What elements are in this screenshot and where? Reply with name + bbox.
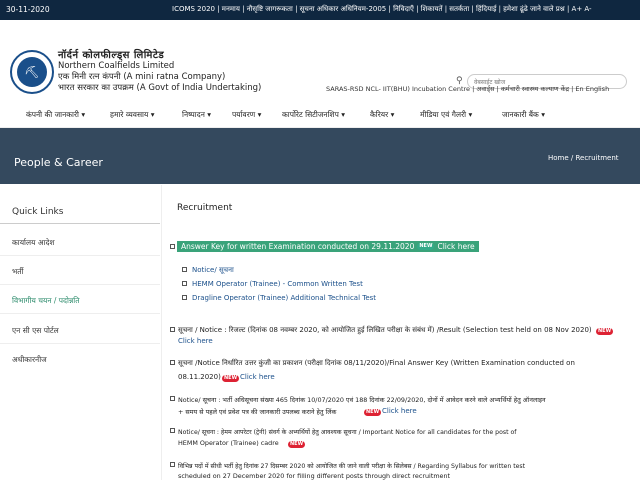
sub-item-dragline[interactable]: Dragline Operator (Trainee) Additional T…	[192, 294, 376, 302]
bullet-icon	[170, 327, 175, 332]
divider	[0, 313, 160, 314]
divider	[0, 255, 160, 256]
notice-result-link[interactable]: Click here	[178, 337, 213, 345]
quick-links-title: Quick Links	[12, 207, 64, 217]
bullet-icon	[170, 244, 175, 249]
tagline-govt: भारत सरकार का उपक्रम (A Govt of India Un…	[58, 83, 262, 93]
notice-final-answer-key-line2: 08.11.2020)	[178, 373, 221, 381]
notice-admit-card-link[interactable]: Click here	[382, 407, 417, 415]
ncl-logo[interactable]: ⛏	[10, 50, 54, 94]
new-badge: NEW	[364, 409, 382, 416]
notice-admit-card[interactable]: Notice/ सूचना : भर्ती अधिसूचना संख्या 46…	[178, 395, 546, 404]
notice-admit-card-line2: + समय से पहले एवं प्रवेश पत्र की जानकारी…	[178, 408, 337, 416]
nav-media-gallery[interactable]: मीडिया एवं गैलरी ▾	[420, 110, 472, 120]
sidebar: Quick Links कार्यालय आदेश भर्ती विभागीय …	[0, 185, 162, 480]
breadcrumb[interactable]: Home / Recruitment	[548, 154, 619, 162]
sub-item-hemm[interactable]: HEMM Operator (Trainee) - Common Written…	[192, 280, 363, 288]
notice-final-answer-key[interactable]: सूचना /Notice निर्धारित उत्तर कुंजी का प…	[178, 359, 575, 368]
section-heading: Recruitment	[177, 203, 233, 213]
notice-result[interactable]: सूचना / Notice : रिजल्ट (दिनांक 08 नवम्ब…	[178, 326, 592, 335]
nav-corporate-citizenship[interactable]: कार्पोरेट सिटीजनशिप ▾	[282, 110, 345, 120]
tagline-mini-ratna: एक मिनी रत्न कंपनी (A mini ratna Company…	[58, 72, 226, 82]
top-links-text[interactable]: ICOMS 2020 | मनमाय | नौसृष्टि जागरूकता |…	[172, 5, 592, 14]
divider	[0, 223, 160, 224]
notice-hemm-important-line2: HEMM Operator (Trainee) cadre	[178, 439, 279, 447]
sidebar-item-recruitment[interactable]: भर्ती	[12, 267, 24, 277]
current-date: 30-11-2020	[6, 5, 50, 14]
bullet-icon	[182, 295, 187, 300]
nav-company-info[interactable]: कंपनी की जानकारी ▾	[26, 110, 85, 120]
answer-key-text[interactable]: Answer Key for written Examination condu…	[181, 242, 414, 251]
nav-environment[interactable]: पर्यावरण ▾	[232, 110, 261, 120]
brand-name-english: Northern Coalfields Limited	[58, 61, 175, 71]
page-title: People & Career	[14, 156, 103, 169]
brand-block: नॉर्दर्न कोलफील्ड्स लिमिटेड Northern Coa…	[58, 50, 261, 94]
main-content: Recruitment Answer Key for written Exami…	[170, 185, 640, 480]
sub-header-links[interactable]: SARAS-RSD NCL- IIT(BHU) Incubation Centr…	[326, 84, 609, 93]
answer-key-click-here[interactable]: Click here	[437, 242, 474, 251]
notice-hemm-important[interactable]: Notice/ सूचना : हेमम आपरेटर (ट्रेनी) संव…	[178, 427, 516, 436]
nav-knowledge-bank[interactable]: जानकारी बैंक ▾	[502, 110, 545, 120]
sidebar-item-office-orders[interactable]: कार्यालय आदेश	[12, 238, 55, 248]
answer-key-link[interactable]: Answer Key for written Examination condu…	[177, 241, 479, 252]
page-banner: People & Career Home / Recruitment	[0, 128, 640, 184]
bullet-icon	[182, 281, 187, 286]
new-badge: NEW	[288, 441, 306, 448]
notice-syllabus[interactable]: विभिन्न पदों में सीधी भर्ती हेतु दिनांक …	[178, 461, 525, 470]
sub-item-notice[interactable]: Notice/ सूचना	[192, 266, 234, 275]
new-badge: NEW	[222, 375, 240, 382]
main-nav: कंपनी की जानकारी ▾ हमारे व्यवसाय ▾ निष्प…	[0, 100, 640, 128]
divider	[0, 343, 160, 344]
sidebar-item-misc[interactable]: अधीकारनीज	[12, 355, 47, 365]
new-badge: NEW	[596, 328, 614, 335]
notice-syllabus-line2: scheduled on 27 December 2020 for fillin…	[178, 472, 451, 480]
bullet-icon	[170, 396, 175, 401]
coal-icon: ⛏	[17, 57, 47, 87]
new-badge: NEW	[417, 243, 435, 250]
divider	[0, 284, 160, 285]
sidebar-item-departmental-selection[interactable]: विभागीय चयन / पदोन्नति	[12, 296, 79, 306]
top-bar: 30-11-2020 ICOMS 2020 | मनमाय | नौसृष्टि…	[0, 0, 640, 20]
sidebar-item-ncs-portal[interactable]: एन सी एस पोर्टल	[12, 326, 59, 336]
top-links[interactable]: ICOMS 2020 | मनमाय | नौसृष्टि जागरूकता |…	[172, 5, 592, 14]
brand-name-hindi: नॉर्दर्न कोलफील्ड्स लिमिटेड	[58, 50, 165, 61]
bullet-icon	[170, 428, 175, 433]
bullet-icon	[170, 360, 175, 365]
nav-business[interactable]: हमारे व्यवसाय ▾	[110, 110, 154, 120]
notice-final-answer-key-link[interactable]: Click here	[240, 373, 275, 381]
nav-performance[interactable]: निष्पादन ▾	[182, 110, 211, 120]
bullet-icon	[170, 462, 175, 467]
bullet-icon	[182, 267, 187, 272]
nav-career[interactable]: कैरियर ▾	[370, 110, 394, 120]
